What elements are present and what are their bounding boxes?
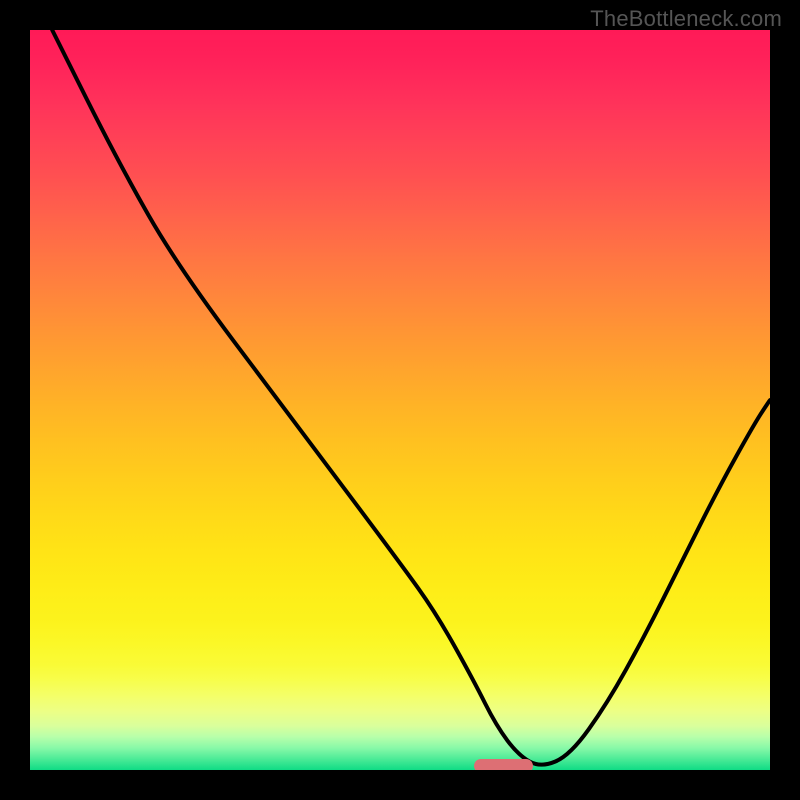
watermark-text: TheBottleneck.com xyxy=(590,6,782,32)
chart-marker-lozenge xyxy=(474,759,533,770)
bottleneck-curve-path xyxy=(52,30,770,765)
chart-curve xyxy=(30,30,770,770)
chart-plot-area xyxy=(30,30,770,770)
